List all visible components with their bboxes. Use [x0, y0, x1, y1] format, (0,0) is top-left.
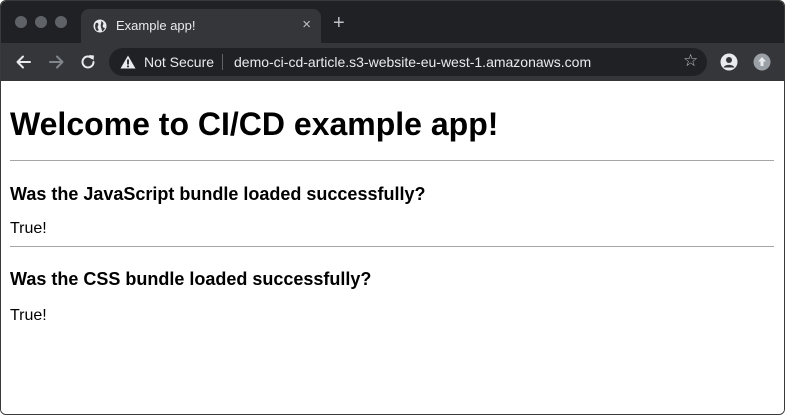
tab-example-app[interactable]: Example app! × — [81, 9, 321, 43]
divider — [10, 246, 774, 247]
page-content: Welcome to CI/CD example app! Was the Ja… — [1, 81, 784, 414]
globe-icon — [93, 19, 107, 33]
tab-title: Example app! — [116, 18, 196, 33]
window-close-button[interactable] — [15, 16, 27, 28]
omnibox-divider — [222, 54, 223, 70]
forward-arrow-icon[interactable] — [46, 52, 66, 72]
js-bundle-answer: True! — [10, 220, 47, 237]
address-bar[interactable]: Not Secure demo-ci-cd-article.s3-website… — [109, 48, 707, 76]
window-minimize-button[interactable] — [35, 16, 47, 28]
page-title: Welcome to CI/CD example app! — [10, 106, 499, 142]
new-tab-button[interactable]: + — [333, 13, 345, 33]
security-label[interactable]: Not Secure — [144, 54, 214, 70]
star-icon[interactable]: ☆ — [683, 51, 698, 71]
css-bundle-answer: True! — [10, 307, 47, 324]
window-zoom-button[interactable] — [55, 16, 67, 28]
reload-icon[interactable] — [78, 52, 98, 72]
js-bundle-question: Was the JavaScript bundle loaded success… — [10, 184, 426, 204]
css-bundle-question: Was the CSS bundle loaded successfully? — [10, 269, 372, 289]
browser-toolbar: Not Secure demo-ci-cd-article.s3-website… — [1, 43, 784, 81]
profile-icon[interactable] — [720, 53, 738, 71]
tab-close-button[interactable]: × — [302, 16, 311, 33]
tab-strip: Example app! × + — [1, 1, 784, 43]
url-text[interactable]: demo-ci-cd-article.s3-website-eu-west-1.… — [234, 54, 591, 70]
divider — [10, 160, 774, 161]
warning-icon[interactable] — [120, 55, 136, 69]
browser-window: Example app! × + Not Secure demo-ci-cd-a… — [0, 0, 785, 415]
extension-icon[interactable] — [753, 53, 771, 71]
back-arrow-icon[interactable] — [14, 52, 34, 72]
